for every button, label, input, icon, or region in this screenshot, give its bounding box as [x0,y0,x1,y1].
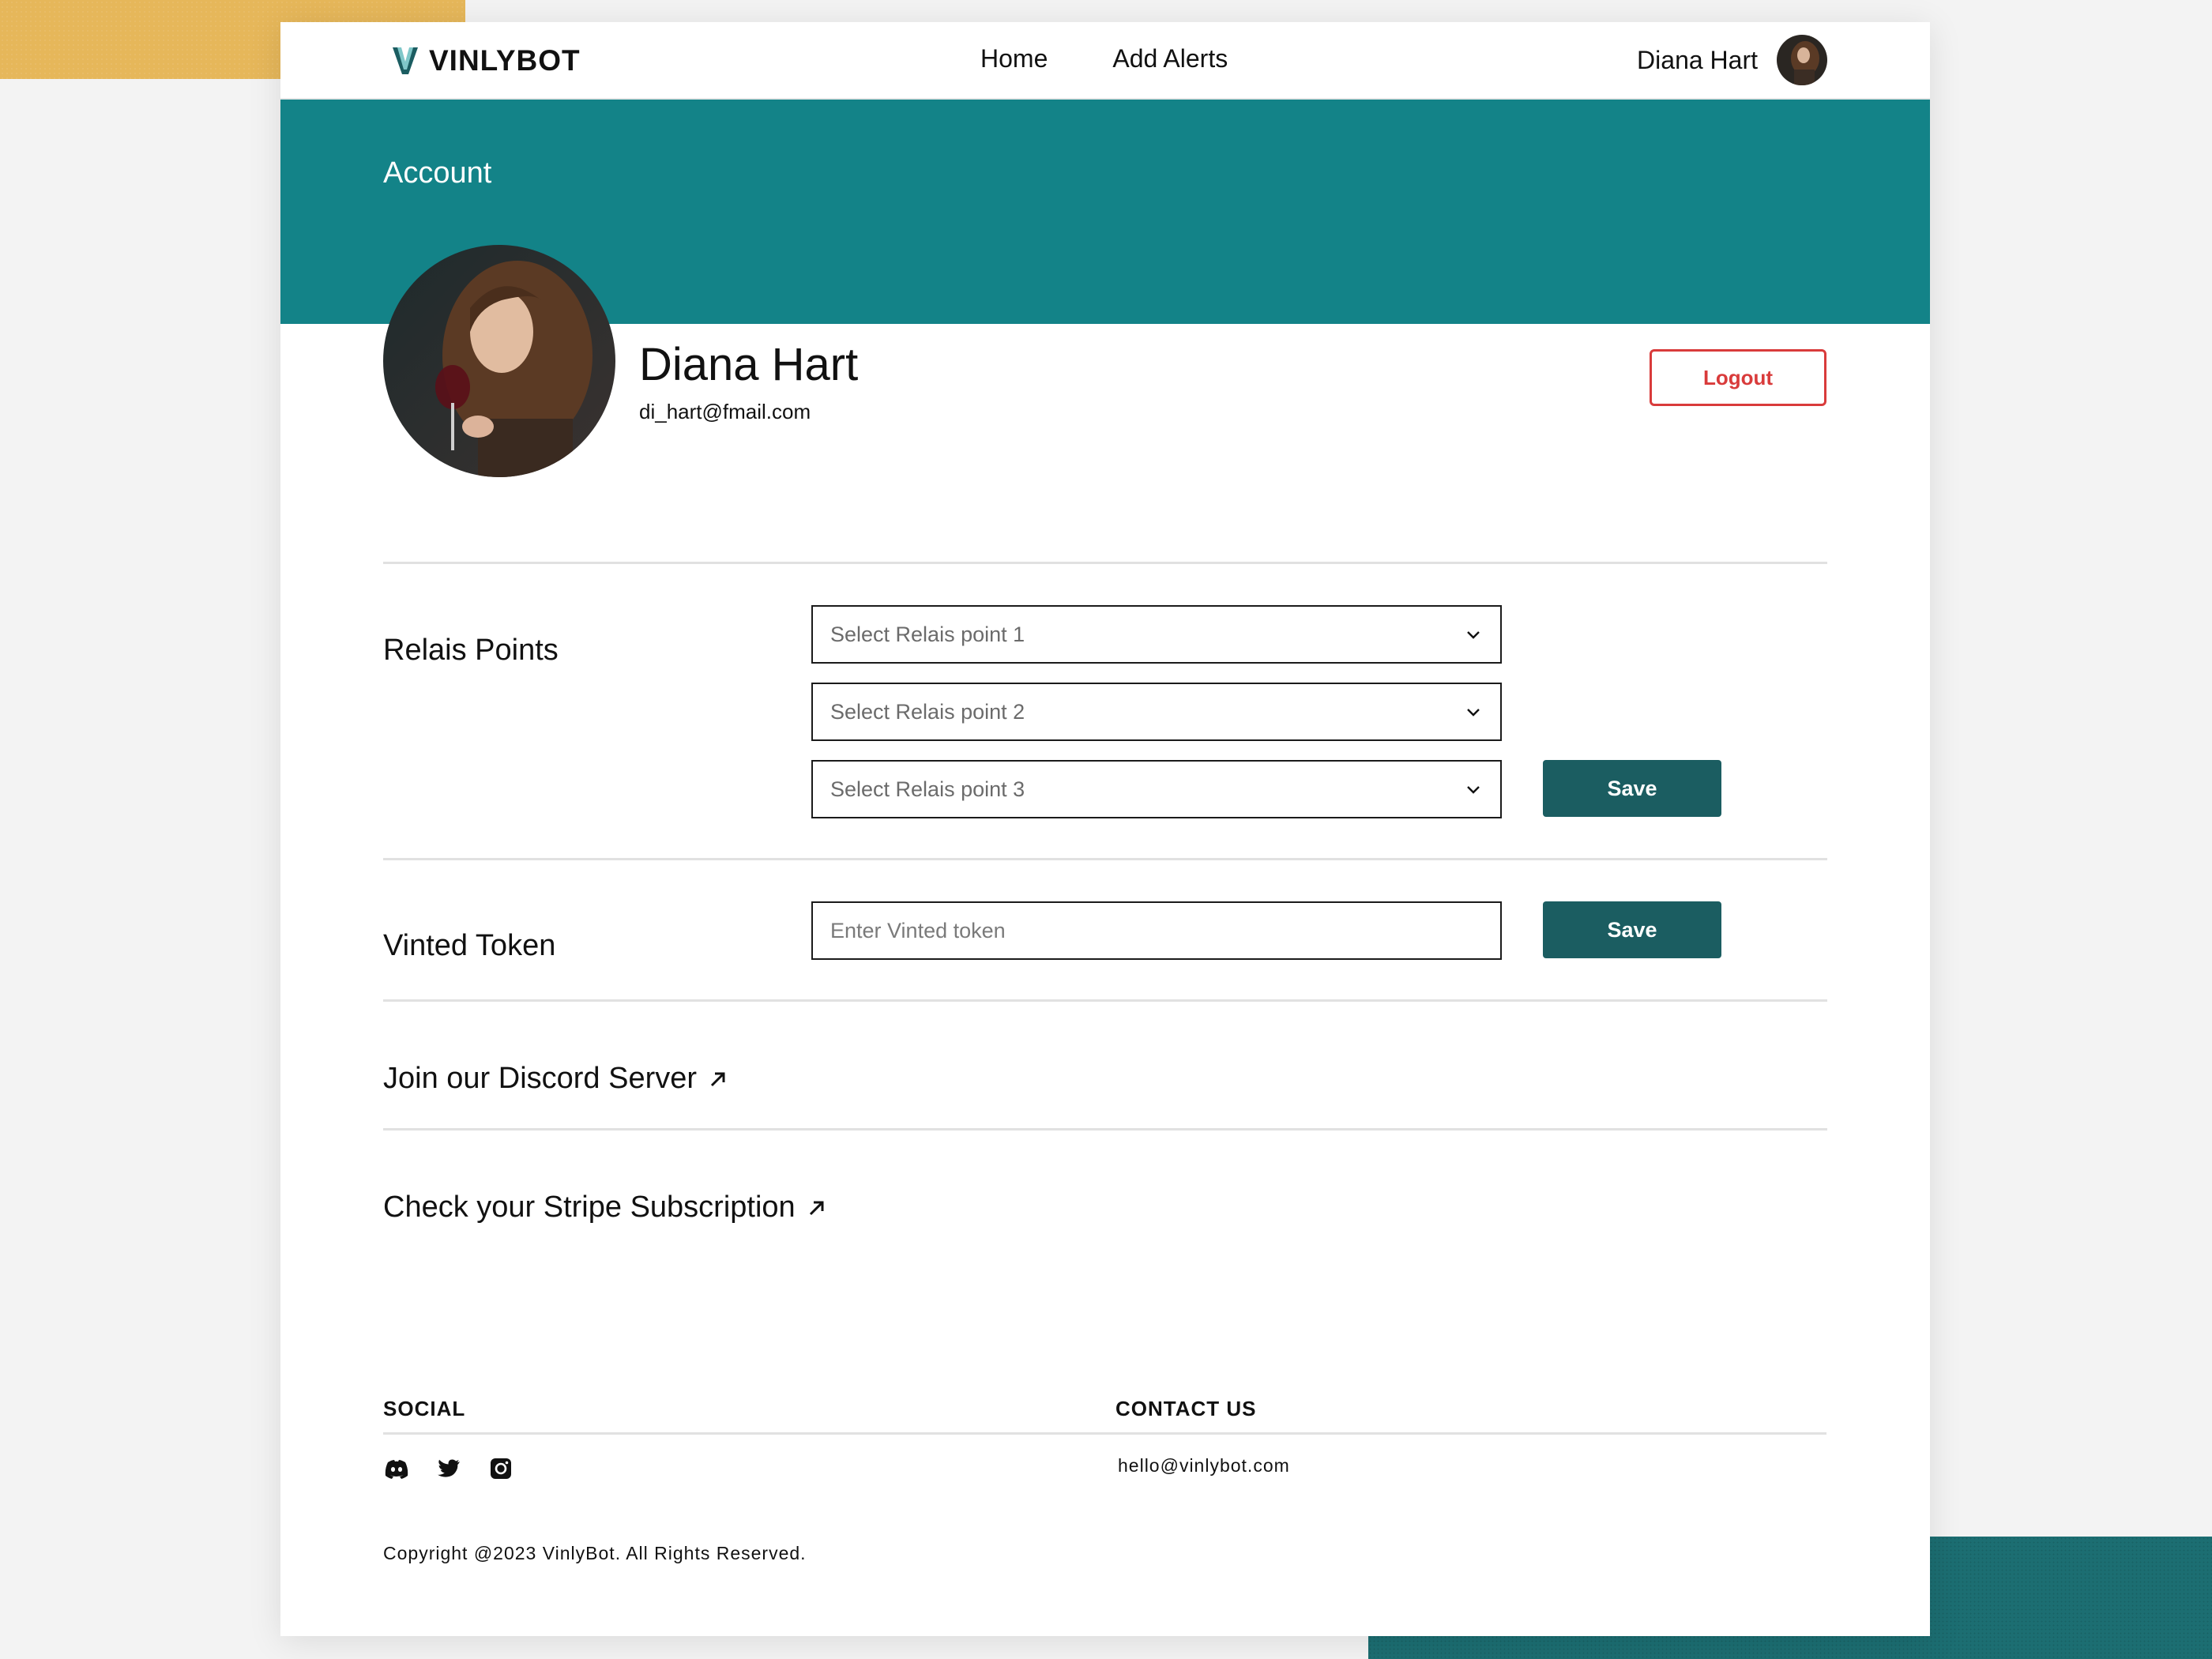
relais-point-1-select[interactable]: Select Relais point 1 [811,605,1502,664]
section-divider [383,858,1827,860]
profile-photo-icon [383,245,615,477]
nav-user-name: Diana Hart [1637,45,1758,74]
nav-avatar[interactable] [1777,35,1827,85]
section-divider [383,562,1827,564]
external-link-arrow-icon [809,1201,824,1215]
relais-point-2-value: Select Relais point 2 [830,699,1025,724]
instagram-icon[interactable] [487,1455,514,1482]
page-title: Account [383,156,492,190]
nav-add-alerts-link[interactable]: Add Alerts [1112,44,1228,73]
stripe-subscription-link[interactable]: Check your Stripe Subscription [383,1191,829,1224]
chevron-down-icon [1467,631,1480,639]
footer-social-heading: SOCIAL [383,1397,466,1420]
social-icons [383,1455,514,1482]
section-divider [383,999,1827,1002]
app-window: VINLYBOT Home Add Alerts Diana Hart Acco… [280,22,1930,1636]
footer-contact-heading: CONTACT US [1115,1397,1257,1420]
logout-button[interactable]: Logout [1650,349,1826,406]
save-vinted-token-button[interactable]: Save [1543,901,1721,958]
copyright-text: Copyright @2023 VinlyBot. All Rights Res… [383,1543,807,1563]
profile-avatar [383,245,615,477]
relais-point-1-value: Select Relais point 1 [830,622,1025,646]
nav-user-menu[interactable]: Diana Hart [1637,35,1827,85]
discord-icon[interactable] [383,1455,410,1482]
avatar-photo-icon [1777,35,1827,85]
chevron-down-icon [1467,786,1480,794]
vinlybot-logo-icon [393,47,418,74]
top-nav: VINLYBOT Home Add Alerts Diana Hart [280,22,1930,100]
twitter-icon[interactable] [435,1455,462,1482]
profile-email: di_hart@fmail.com [639,400,811,423]
nav-home-link[interactable]: Home [980,44,1048,73]
save-relais-button[interactable]: Save [1543,760,1721,817]
footer-contact-rule [1115,1432,1826,1435]
relais-point-2-select[interactable]: Select Relais point 2 [811,683,1502,741]
relais-points-label: Relais Points [383,634,559,667]
contact-email-link[interactable]: hello@vinlybot.com [1118,1455,1290,1477]
profile-name: Diana Hart [639,339,859,390]
nav-links: Home Add Alerts [980,44,1228,73]
vinted-token-input[interactable] [811,901,1502,960]
brand-name: VINLYBOT [429,44,581,77]
relais-point-3-select[interactable]: Select Relais point 3 [811,760,1502,818]
chevron-down-icon [1467,709,1480,717]
stripe-subscription-link-label: Check your Stripe Subscription [383,1191,796,1224]
stage: VINLYBOT Home Add Alerts Diana Hart Acco… [0,0,2212,1659]
section-divider [383,1128,1827,1130]
discord-server-link-label: Join our Discord Server [383,1062,698,1095]
relais-point-3-value: Select Relais point 3 [830,777,1025,801]
brand-logo[interactable]: VINLYBOT [391,43,581,79]
discord-server-link[interactable]: Join our Discord Server [383,1062,730,1096]
vinted-token-label: Vinted Token [383,929,556,962]
external-link-arrow-icon [710,1072,725,1086]
